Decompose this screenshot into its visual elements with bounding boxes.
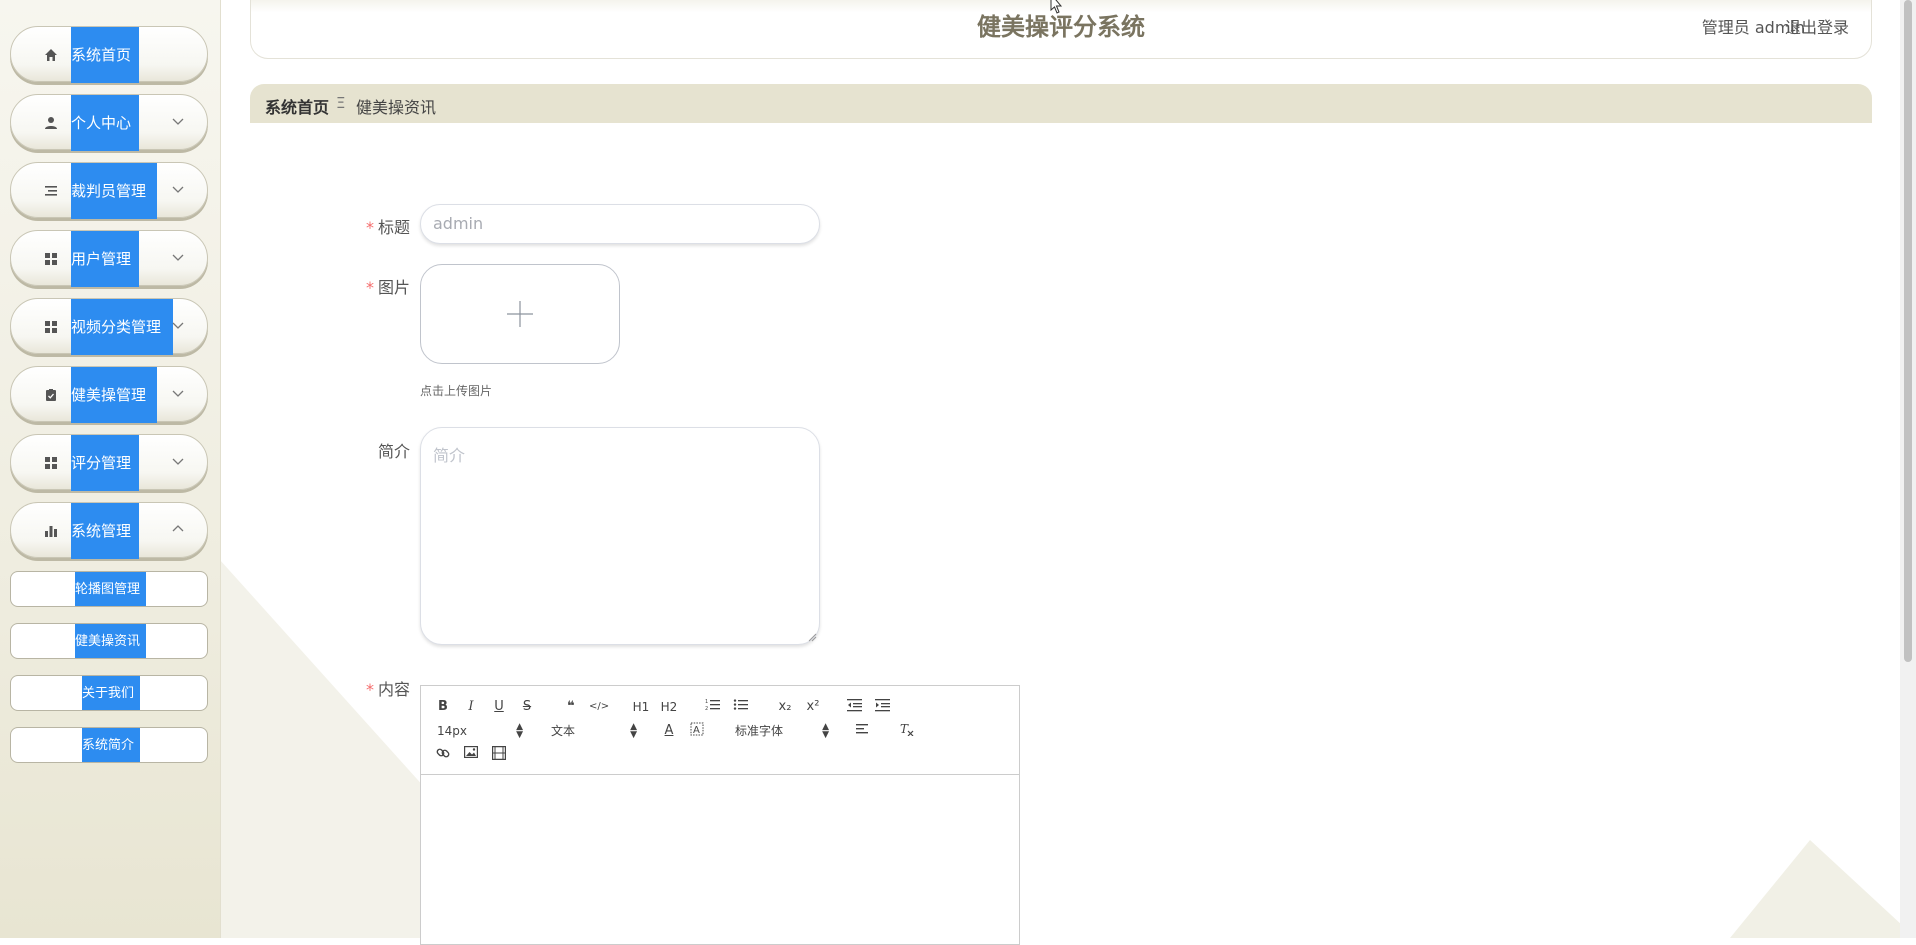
intro-textarea[interactable]: 简介 xyxy=(420,427,820,645)
rich-text-editor: B I U S ❝ </> H1 H2 12 x₂ x² 14px ▲ ▼ 文本 ▲ ▼… xyxy=(420,685,1020,945)
strike-button[interactable]: S xyxy=(517,698,537,716)
editor-toolbar: B I U S ❝ </> H1 H2 12 x₂ x² 14px ▲ ▼ 文本 ▲ ▼… xyxy=(421,686,1019,775)
indent-icon[interactable] xyxy=(873,698,893,716)
sidebar-item-referee[interactable]: 裁判员管理 xyxy=(10,162,208,219)
intro-placeholder: 简介 xyxy=(433,446,466,465)
font-size-select[interactable]: 14px ▲ ▼ xyxy=(437,722,523,740)
sidebar: 系统首页 个人中心 裁判员管理 用户管理 视频分类管理 健美操管理 评分管理 系… xyxy=(0,0,221,938)
font-family-select[interactable]: 标准字体 ▲ ▼ xyxy=(735,722,829,740)
sidebar-item-label: 系统管理 xyxy=(71,503,139,559)
sidebar-item-label: 裁判员管理 xyxy=(71,163,157,219)
sidebar-item-scores[interactable]: 评分管理 xyxy=(10,434,208,491)
sidebar-item-users[interactable]: 用户管理 xyxy=(10,230,208,287)
link-icon[interactable] xyxy=(433,746,453,764)
chevron-down-icon xyxy=(172,322,184,329)
plus-icon xyxy=(507,301,533,327)
logout-link[interactable]: 退出登录 xyxy=(1785,14,1849,38)
editor-content-area[interactable] xyxy=(421,775,1019,945)
sidebar-item-label: 系统首页 xyxy=(71,27,139,83)
required-mark: * xyxy=(365,680,374,699)
sidebar-item-system[interactable]: 系统管理 xyxy=(10,502,208,559)
sidebar-item-aerobics[interactable]: 健美操管理 xyxy=(10,366,208,423)
user-icon xyxy=(43,115,59,131)
svg-text:1: 1 xyxy=(705,699,708,705)
sidebar-item-video-category[interactable]: 视频分类管理 xyxy=(10,298,208,355)
sidebar-item-label: 健美操管理 xyxy=(71,367,157,423)
scrollbar-thumb[interactable] xyxy=(1904,0,1912,662)
chevron-down-icon xyxy=(172,186,184,193)
chevron-down-icon xyxy=(172,118,184,125)
highlight-icon[interactable]: A xyxy=(687,722,707,740)
sidebar-subitem-carousel[interactable]: 轮播图管理 xyxy=(10,571,208,607)
breadcrumb-separator: Ξ xyxy=(336,94,346,112)
svg-text:T: T xyxy=(900,722,909,736)
chevron-down-icon xyxy=(172,254,184,261)
grid-icon xyxy=(43,319,59,335)
clipboard-icon xyxy=(43,387,59,403)
upload-tip: 点击上传图片 xyxy=(420,384,493,398)
svg-text:2: 2 xyxy=(705,706,708,712)
title-label: * 标题 xyxy=(365,218,410,237)
sidebar-subitem-label: 系统简介 xyxy=(82,728,140,762)
svg-text:A: A xyxy=(693,725,700,736)
sidebar-item-home[interactable]: 系统首页 xyxy=(10,26,208,83)
breadcrumb: 系统首页 Ξ 健美操资讯 xyxy=(250,84,1872,123)
sidebar-item-profile[interactable]: 个人中心 xyxy=(10,94,208,151)
ordered-list-icon[interactable]: 12 xyxy=(703,698,723,716)
h1-button[interactable]: H1 xyxy=(631,698,651,716)
sidebar-item-label: 评分管理 xyxy=(71,435,139,491)
resize-handle-icon[interactable] xyxy=(807,632,817,642)
home-icon xyxy=(43,47,59,63)
image-upload[interactable] xyxy=(420,264,620,364)
breadcrumb-current: 健美操资讯 xyxy=(356,98,437,117)
sidebar-subitem-news[interactable]: 健美操资讯 xyxy=(10,623,208,659)
superscript-button[interactable]: x² xyxy=(803,698,823,716)
intro-label: 简介 xyxy=(377,442,410,461)
breadcrumb-home[interactable]: 系统首页 xyxy=(265,94,329,118)
italic-button[interactable]: I xyxy=(461,698,481,716)
sidebar-subitem-label: 关于我们 xyxy=(82,676,140,710)
image-icon[interactable] xyxy=(461,746,481,764)
select-arrows-icon: ▲ ▼ xyxy=(822,722,829,740)
chevron-up-icon xyxy=(172,525,184,532)
image-label: * 图片 xyxy=(365,278,410,297)
sidebar-subitem-label: 轮播图管理 xyxy=(75,572,146,606)
h2-button[interactable]: H2 xyxy=(659,698,679,716)
grid-icon xyxy=(43,251,59,267)
blockquote-button[interactable]: ❝ xyxy=(561,698,581,716)
outdent-icon[interactable] xyxy=(845,698,865,716)
code-button[interactable]: </> xyxy=(589,698,609,716)
select-arrows-icon: ▲ ▼ xyxy=(516,722,523,740)
bar-chart-icon xyxy=(43,523,59,539)
sidebar-item-label: 视频分类管理 xyxy=(71,299,173,355)
clear-format-icon[interactable]: T xyxy=(897,722,917,740)
text-type-select[interactable]: 文本 ▲ ▼ xyxy=(551,722,637,740)
subscript-button[interactable]: x₂ xyxy=(775,698,795,716)
required-mark: * xyxy=(365,278,374,297)
sidebar-subitem-intro[interactable]: 系统简介 xyxy=(10,727,208,763)
mouse-cursor-icon xyxy=(1050,0,1063,14)
underline-button[interactable]: U xyxy=(489,698,509,716)
sidebar-item-label: 个人中心 xyxy=(71,95,139,151)
list-icon xyxy=(43,183,59,199)
sidebar-subitem-about[interactable]: 关于我们 xyxy=(10,675,208,711)
content-label: * 内容 xyxy=(365,680,410,699)
video-icon[interactable] xyxy=(489,746,509,764)
select-arrows-icon: ▲ ▼ xyxy=(630,722,637,740)
bold-button[interactable]: B xyxy=(433,698,453,716)
sidebar-subitem-label: 健美操资讯 xyxy=(75,624,146,658)
bullet-list-icon[interactable] xyxy=(731,698,751,716)
title-input[interactable]: admin xyxy=(420,204,820,244)
page-scrollbar[interactable] xyxy=(1900,0,1916,938)
font-color-button[interactable]: A xyxy=(659,722,679,740)
sidebar-item-label: 用户管理 xyxy=(71,231,139,287)
grid-icon xyxy=(43,455,59,471)
align-icon[interactable] xyxy=(853,722,873,740)
chevron-down-icon xyxy=(172,390,184,397)
required-mark: * xyxy=(365,218,374,237)
chevron-down-icon xyxy=(172,458,184,465)
